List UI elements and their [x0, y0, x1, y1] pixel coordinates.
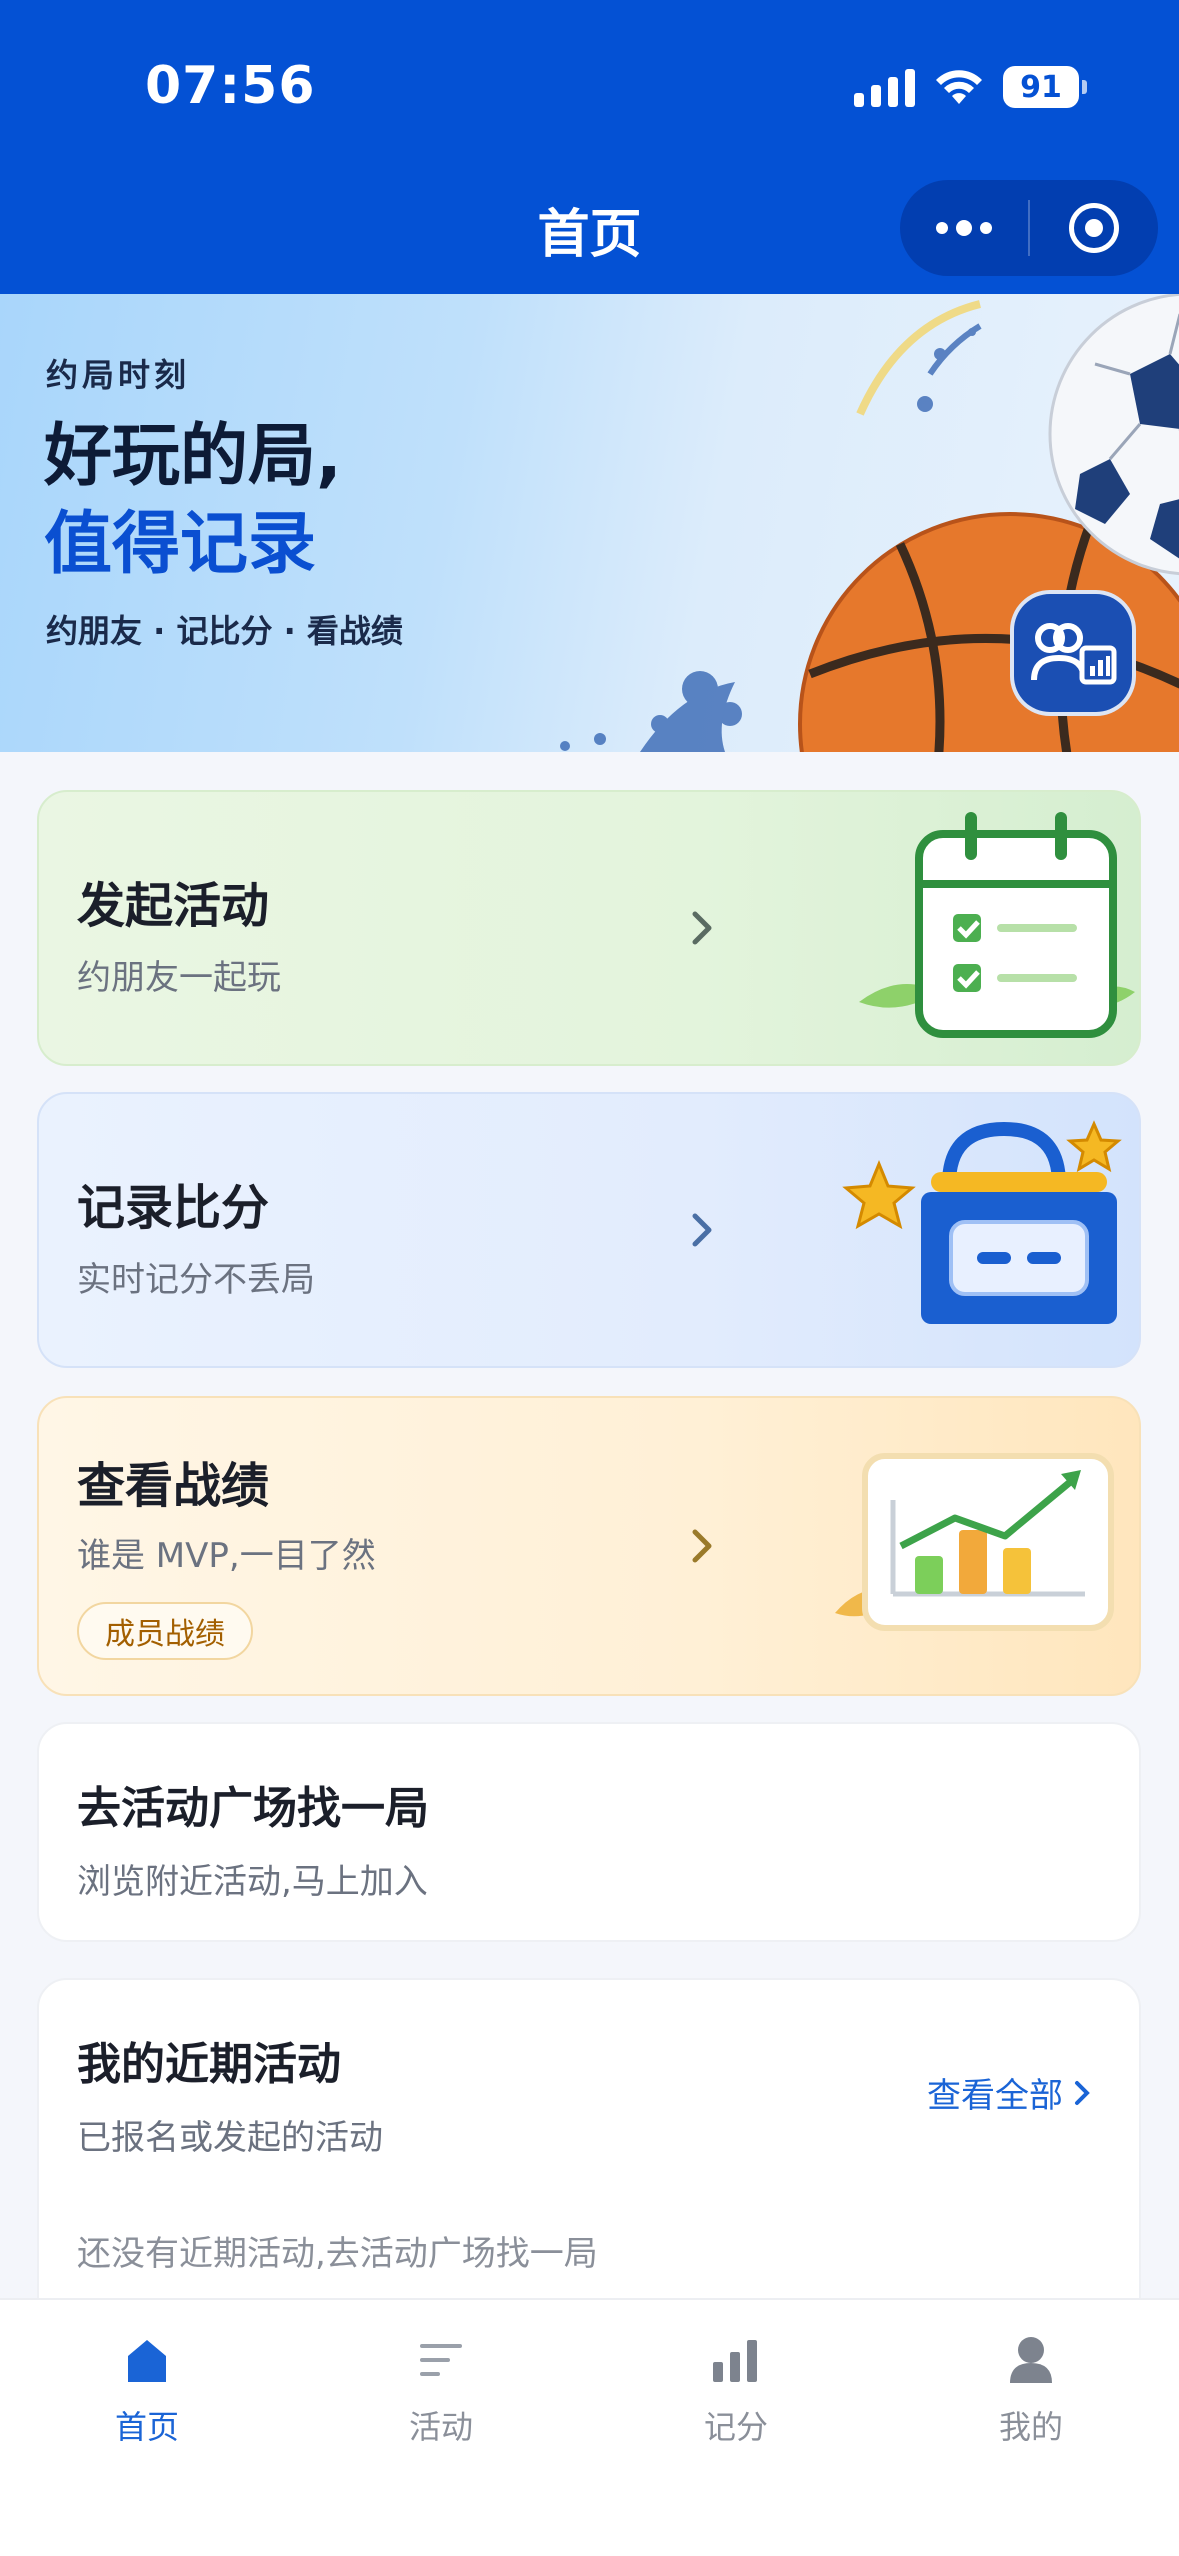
banner-kicker: 约局时刻	[46, 356, 191, 394]
battery-level: 91	[1020, 69, 1062, 105]
tab-label: 活动	[408, 2408, 473, 2446]
more-dots-icon	[936, 220, 992, 236]
record-score-title: 记录比分	[77, 1180, 270, 1236]
activity-plaza-card[interactable]: 去活动广场找一局 浏览附近活动,马上加入	[37, 1722, 1141, 1942]
tab-home[interactable]: 首页	[0, 2300, 294, 2500]
tab-label: 我的	[998, 2408, 1063, 2446]
user-icon	[1003, 2332, 1059, 2388]
activity-plaza-title: 去活动广场找一局	[77, 1783, 429, 1834]
see-all-link[interactable]: 查看全部	[927, 2068, 1091, 2117]
chevron-right-icon	[692, 1529, 712, 1563]
view-stats-title: 查看战绩	[77, 1458, 270, 1514]
team-stats-icon	[1031, 623, 1117, 685]
calendar-checklist-icon	[859, 812, 1135, 1038]
empty-state-text: 还没有近期活动,去活动广场找一局	[77, 2234, 598, 2274]
activity-plaza-subtitle: 浏览附近活动,马上加入	[77, 1862, 428, 1902]
chevron-right-icon	[692, 911, 712, 945]
recent-activities-subtitle: 已报名或发起的活动	[77, 2118, 383, 2158]
tab-label: 首页	[114, 2408, 179, 2446]
view-stats-card[interactable]: 查看战绩 谁是 MVP,一目了然 成员战绩	[37, 1396, 1141, 1696]
create-activity-title: 发起活动	[77, 878, 270, 934]
view-stats-subtitle: 谁是 MVP,一目了然	[77, 1536, 376, 1576]
bottom-tab-bar: 首页 活动 记分 我的	[0, 2298, 1179, 2556]
target-circle-icon	[1069, 203, 1119, 253]
battery-indicator: 91	[1003, 66, 1087, 108]
record-score-subtitle: 实时记分不丢局	[77, 1260, 315, 1300]
cellular-signal-icon	[854, 67, 915, 107]
growth-chart-icon	[835, 1453, 1114, 1631]
chevron-right-icon	[692, 1213, 712, 1247]
mini-program-capsule	[900, 180, 1158, 276]
see-all-label: 查看全部	[927, 2076, 1063, 2116]
banner-subline: 约朋友 · 记比分 · 看战绩	[46, 612, 403, 650]
banner-headline-highlight: 值得记录	[44, 505, 317, 584]
chevron-right-icon	[1075, 2080, 1090, 2105]
tab-scoring[interactable]: 记分	[589, 2300, 883, 2500]
tab-activities[interactable]: 活动	[294, 2300, 588, 2500]
record-score-card[interactable]: 记录比分 实时记分不丢局	[37, 1092, 1141, 1368]
home-icon	[119, 2332, 175, 2388]
member-stats-tag[interactable]: 成员战绩	[77, 1602, 253, 1660]
create-activity-card[interactable]: 发起活动 约朋友一起玩	[37, 790, 1141, 1066]
list-icon	[413, 2332, 469, 2388]
hero-banner: 约局时刻 好玩的局, 值得记录 约朋友 · 记比分 · 看战绩	[0, 294, 1179, 752]
scoreboard-stars-icon	[842, 1120, 1122, 1324]
top-header: 07:56 91 首页	[0, 0, 1179, 294]
wifi-icon	[936, 70, 982, 104]
tab-profile[interactable]: 我的	[884, 2300, 1178, 2500]
banner-headline: 好玩的局,	[44, 417, 342, 496]
close-mini-program-button[interactable]	[1030, 180, 1158, 276]
group-stats-badge	[1010, 590, 1136, 716]
create-activity-subtitle: 约朋友一起玩	[77, 958, 281, 998]
more-options-button[interactable]	[900, 180, 1028, 276]
status-time: 07:56	[145, 56, 316, 116]
tab-label: 记分	[703, 2408, 768, 2446]
status-icons: 91	[854, 62, 1087, 112]
bar-chart-icon	[708, 2332, 764, 2388]
recent-activities-title: 我的近期活动	[77, 2039, 341, 2090]
